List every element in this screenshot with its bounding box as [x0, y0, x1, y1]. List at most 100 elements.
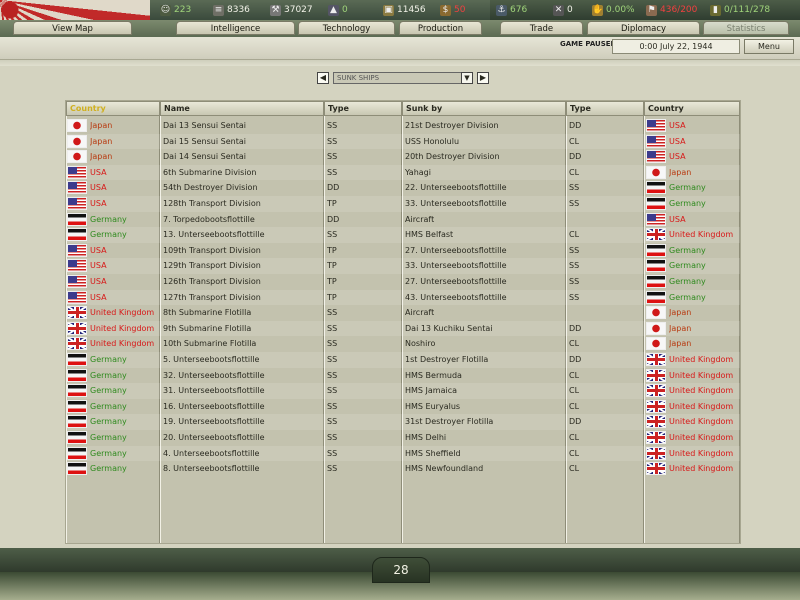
japan-flag-icon: [67, 150, 87, 164]
table-row[interactable]: Germany 19. Unterseebootsflottille SS 31st …: [66, 414, 740, 430]
header-sunk-by-type[interactable]: Type: [566, 101, 644, 116]
tab-technology[interactable]: Technology: [298, 21, 395, 35]
ship-type: SS: [327, 401, 338, 411]
country-name: Germany: [90, 448, 127, 458]
table-row[interactable]: USA 54th Destroyer Division DD 22. Untersee…: [66, 180, 740, 196]
sunk-by-type: SS: [569, 292, 580, 302]
country-name: Germany: [90, 386, 127, 396]
game-paused-label: GAME PAUSED: [560, 40, 617, 48]
japan-flag-icon: [646, 337, 666, 351]
tab-view-map[interactable]: View Map: [13, 21, 132, 35]
sunk-by-name: HMS Sheffield: [405, 448, 461, 458]
uk-flag-icon: [646, 228, 666, 242]
table-row[interactable]: Japan Dai 13 Sensui Sentai SS 21st Destroye…: [66, 118, 740, 134]
table-row[interactable]: United Kingdom 8th Submarine Flotilla SS Ai…: [66, 305, 740, 321]
sunk-by-country-name: United Kingdom: [669, 386, 734, 396]
table-row[interactable]: Germany 8. Unterseebootsflottille SS HMS Ne…: [66, 461, 740, 477]
header-name[interactable]: Name: [160, 101, 324, 116]
tab-production[interactable]: Production: [399, 21, 482, 35]
ship-name: 19. Unterseebootsflottille: [163, 417, 265, 427]
japan-flag-icon: [67, 134, 87, 148]
tab-trade[interactable]: Trade: [500, 21, 583, 35]
menu-button[interactable]: Menu: [744, 39, 794, 54]
sunk-by-name: 20th Destroyer Division: [405, 152, 500, 162]
table-row[interactable]: United Kingdom 9th Submarine Flotilla SS Da…: [66, 320, 740, 337]
table-row[interactable]: Japan Dai 15 Sensui Sentai SS USS Honolulu C…: [66, 133, 740, 150]
sunk-by-country-name: USA: [669, 136, 686, 146]
country-name: Germany: [90, 433, 127, 442]
manpower-resource: ☺ 223: [160, 4, 192, 16]
table-row[interactable]: USA 128th Transport Division TP 33. Unterse…: [66, 196, 740, 212]
sunk-by-country-name: USA: [669, 214, 686, 224]
next-stat-button[interactable]: ▶: [477, 72, 489, 84]
sunk-by-name: HMS Bermuda: [405, 370, 462, 380]
header-country[interactable]: Country: [66, 101, 160, 116]
uk-flag-icon: [646, 462, 666, 476]
table-row[interactable]: USA 109th Transport Division TP 27. Unterse…: [66, 243, 740, 259]
ship-type: SS: [327, 339, 338, 349]
ship-name: Dai 15 Sensui Sentai: [163, 136, 246, 146]
germany-flag-icon: [67, 212, 87, 226]
usa-flag-icon: [646, 134, 666, 148]
escort-icon: ✕: [553, 4, 564, 16]
germany-flag-icon: [67, 415, 87, 429]
uk-flag-icon: [646, 446, 666, 460]
table-row[interactable]: USA 129th Transport Division TP 33. Unterse…: [66, 258, 740, 274]
table-row[interactable]: USA 6th Submarine Division SS Yahagi CL Japan: [66, 164, 740, 181]
tab-intelligence[interactable]: Intelligence: [176, 21, 295, 35]
sunk-by-country-name: United Kingdom: [669, 417, 734, 427]
sunk-by-type: CL: [569, 464, 580, 474]
ship-name: 7. Torpedobootsflottille: [163, 214, 255, 224]
uk-flag-icon: [646, 353, 666, 366]
sunk-by-type: SS: [569, 261, 580, 271]
ship-name: 126th Transport Division: [163, 277, 261, 286]
prev-stat-button[interactable]: ◀: [317, 72, 329, 84]
sunk-by-country-name: United Kingdom: [669, 370, 734, 380]
table-row[interactable]: Germany 7. Torpedobootsflottille DD Aircraf…: [66, 212, 740, 228]
sunk-by-country-name: USA: [669, 121, 686, 130]
header-type[interactable]: Type: [324, 101, 402, 116]
tab-statistics[interactable]: Statistics: [703, 21, 789, 35]
stat-selector[interactable]: SUNK SHIPS: [333, 72, 473, 84]
country-name: Japan: [90, 152, 113, 162]
germany-flag-icon: [67, 228, 87, 242]
table-row[interactable]: Germany 13. Unterseebootsflottille SS HMS B…: [66, 227, 740, 243]
table-row[interactable]: Germany 4. Unterseebootsflottille SS HMS Sh…: [66, 445, 740, 462]
ship-type: SS: [327, 386, 338, 396]
table-row[interactable]: Germany 16. Unterseebootsflottille SS HMS E…: [66, 399, 740, 415]
metal-icon: ⚒: [270, 4, 281, 16]
table-row[interactable]: USA 127th Transport Division TP 43. Unterse…: [66, 289, 740, 306]
sunk-by-type: SS: [569, 199, 580, 208]
uk-flag-icon: [67, 337, 87, 351]
sunk-by-name: 22. Unterseebootsflottille: [405, 183, 507, 193]
header-sunk-by[interactable]: Sunk by: [402, 101, 566, 116]
table-row[interactable]: Germany 32. Unterseebootsflottille SS HMS B…: [66, 368, 740, 384]
page-number: 28: [372, 557, 430, 583]
usa-flag-icon: [67, 259, 87, 273]
table-row[interactable]: Germany 31. Unterseebootsflottille SS HMS J…: [66, 383, 740, 399]
table-row[interactable]: United Kingdom 10th Submarine Flotilla SS N…: [66, 336, 740, 352]
ship-name: 8th Submarine Flotilla: [163, 308, 252, 318]
country-name: United Kingdom: [90, 339, 155, 349]
dissent-icon: ✋: [592, 4, 604, 16]
germany-flag-icon: [67, 353, 87, 366]
chevron-left-icon: ◀: [319, 73, 327, 82]
sunk-by-name: HMS Belfast: [405, 230, 454, 240]
header-sunk-by-country[interactable]: Country: [644, 101, 740, 116]
sunk-by-type: CL: [569, 339, 580, 349]
table-row[interactable]: Japan Dai 14 Sensui Sentai SS 20th Destroye…: [66, 149, 740, 165]
ship-name: 13. Unterseebootsflottille: [163, 230, 265, 240]
sunk-by-name: 27. Unterseebootsflottille: [405, 277, 507, 286]
tab-diplomacy[interactable]: Diplomacy: [587, 21, 700, 35]
table-row[interactable]: Germany 5. Unterseebootsflottille SS 1st De…: [66, 352, 740, 368]
table-row[interactable]: Germany 20. Unterseebootsflottille SS HMS D…: [66, 430, 740, 446]
sunk-by-country-name: United Kingdom: [669, 433, 734, 442]
germany-flag-icon: [67, 399, 87, 413]
sunk-by-type: DD: [569, 323, 582, 333]
table-row[interactable]: USA 126th Transport Division TP 27. Unterse…: [66, 274, 740, 290]
sunk-by-country-name: Japan: [669, 167, 692, 177]
germany-flag-icon: [67, 368, 87, 382]
sunk-by-country-name: United Kingdom: [669, 230, 734, 240]
usa-flag-icon: [67, 197, 87, 210]
stat-dropdown-button[interactable]: ▼: [461, 72, 473, 84]
